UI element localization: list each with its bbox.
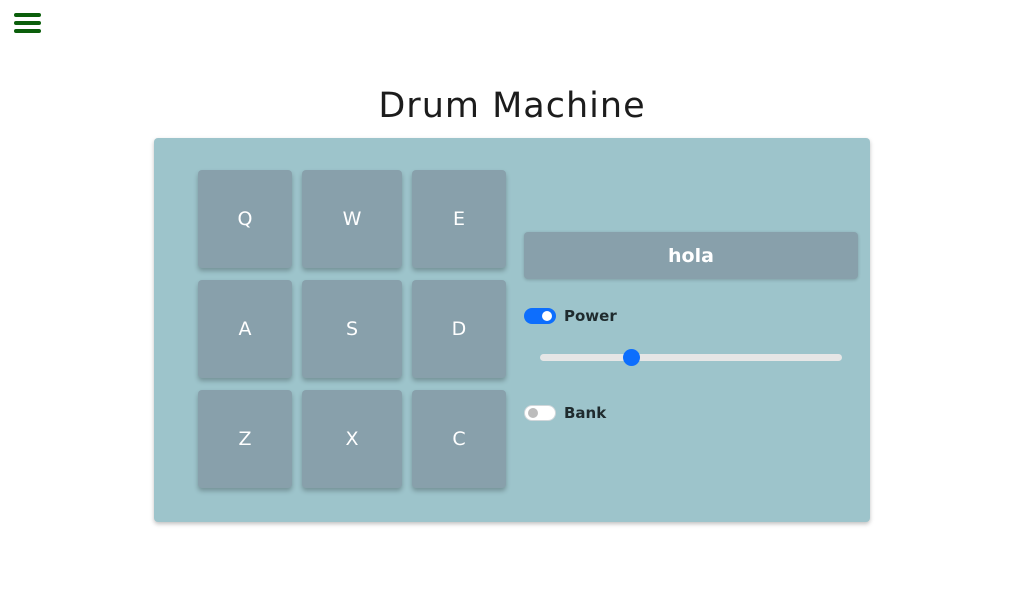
toggle-knob (528, 408, 538, 418)
drum-pad-w[interactable]: W (302, 170, 402, 268)
toggle-knob (542, 311, 552, 321)
menu-bar (14, 29, 41, 33)
drum-pad-z[interactable]: Z (198, 390, 292, 488)
drum-pad-d[interactable]: D (412, 280, 506, 378)
drum-machine: Q W E A S D Z X C hola Power Bank (154, 138, 870, 522)
drum-pad-x[interactable]: X (302, 390, 402, 488)
hamburger-menu-icon[interactable] (14, 12, 41, 34)
power-toggle[interactable] (524, 308, 556, 324)
bank-switch-row: Bank (524, 403, 606, 423)
page-title: Drum Machine (378, 86, 646, 126)
menu-bar (14, 21, 41, 25)
drum-pad-a[interactable]: A (198, 280, 292, 378)
power-label: Power (564, 307, 617, 325)
bank-toggle[interactable] (524, 405, 556, 421)
power-switch-row: Power (524, 306, 617, 326)
drum-pad-c[interactable]: C (412, 390, 506, 488)
menu-bar (14, 13, 41, 17)
drum-pad-q[interactable]: Q (198, 170, 292, 268)
drum-pad-s[interactable]: S (302, 280, 402, 378)
sound-display: hola (524, 232, 858, 279)
bank-label: Bank (564, 404, 607, 422)
volume-slider-thumb[interactable] (622, 349, 640, 366)
drum-pad-e[interactable]: E (412, 170, 506, 268)
volume-slider[interactable] (540, 349, 842, 366)
